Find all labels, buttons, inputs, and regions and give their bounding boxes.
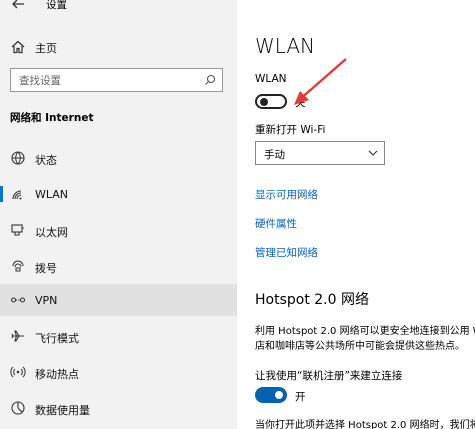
home-nav[interactable]: 主页	[35, 40, 57, 56]
chevron-down-icon	[368, 150, 378, 156]
vpn-icon	[10, 297, 26, 303]
globe-icon	[11, 151, 25, 165]
section-title: 网络和 Internet	[10, 112, 94, 124]
sidebar-item-label: 状态	[35, 154, 57, 167]
airplane-icon	[11, 330, 24, 342]
ethernet-icon	[11, 224, 24, 236]
data-usage-icon	[11, 401, 25, 415]
hardware-properties-link[interactable]: 硬件属性	[255, 216, 297, 231]
manage-known-networks-link[interactable]: 管理已知网络	[255, 245, 318, 260]
bottom-description: 当你打开此项并选择 Hotspot 2.0 网络时，我们将	[255, 420, 475, 429]
search-input[interactable]: 查找设置	[10, 68, 223, 92]
sidebar-item-label: 以太网	[35, 226, 68, 239]
active-indicator	[0, 186, 3, 202]
hotspot-section-title: Hotspot 2.0 网络	[255, 292, 369, 308]
hotspot-icon	[10, 366, 26, 378]
annotation-arrow-icon	[294, 58, 347, 105]
sidebar-item-label: 飞行模式	[35, 332, 79, 345]
registration-toggle-state: 开	[295, 391, 306, 403]
sidebar: 设置 主页 查找设置 网络和 Internet 状态 WLAN 以太网 拨号 V…	[0, 0, 237, 429]
wlan-toggle[interactable]	[255, 94, 287, 109]
sidebar-item-label: VPN	[35, 294, 58, 307]
sidebar-item-label: WLAN	[35, 188, 69, 201]
window-title: 设置	[46, 0, 67, 11]
reconnect-label: 重新打开 Wi-Fi	[255, 124, 326, 136]
toggle-knob	[275, 391, 283, 399]
main-content: WLAN WLAN 关 重新打开 Wi-Fi 手动 显示可用网络 硬件属性 管理…	[237, 0, 475, 429]
home-icon	[11, 40, 25, 54]
sidebar-item-label: 拨号	[35, 262, 57, 275]
search-placeholder: 查找设置	[19, 75, 61, 87]
dropdown-value: 手动	[264, 149, 285, 161]
hotspot-description-line1: 利用 Hotspot 2.0 网络可以更安全地连接到公用 W	[255, 326, 475, 337]
show-available-networks-link[interactable]: 显示可用网络	[255, 187, 318, 202]
dialup-icon	[12, 260, 24, 272]
registration-toggle[interactable]	[255, 387, 287, 403]
page-title: WLAN	[255, 34, 316, 58]
reconnect-dropdown[interactable]: 手动	[255, 141, 385, 165]
wifi-icon	[12, 190, 22, 200]
sidebar-item-label: 数据使用量	[35, 404, 90, 417]
sidebar-item-label: 移动热点	[35, 368, 79, 381]
search-icon[interactable]	[204, 74, 216, 86]
registration-toggle-label: 让我使用“联机注册”来建立连接	[255, 370, 403, 382]
back-arrow-icon[interactable]	[10, 0, 26, 12]
wlan-toggle-label: WLAN	[255, 73, 287, 85]
hotspot-description-line2: 店和咖啡店等公共场所中可能会提供这些热点。	[255, 341, 465, 352]
toggle-knob	[260, 98, 268, 106]
